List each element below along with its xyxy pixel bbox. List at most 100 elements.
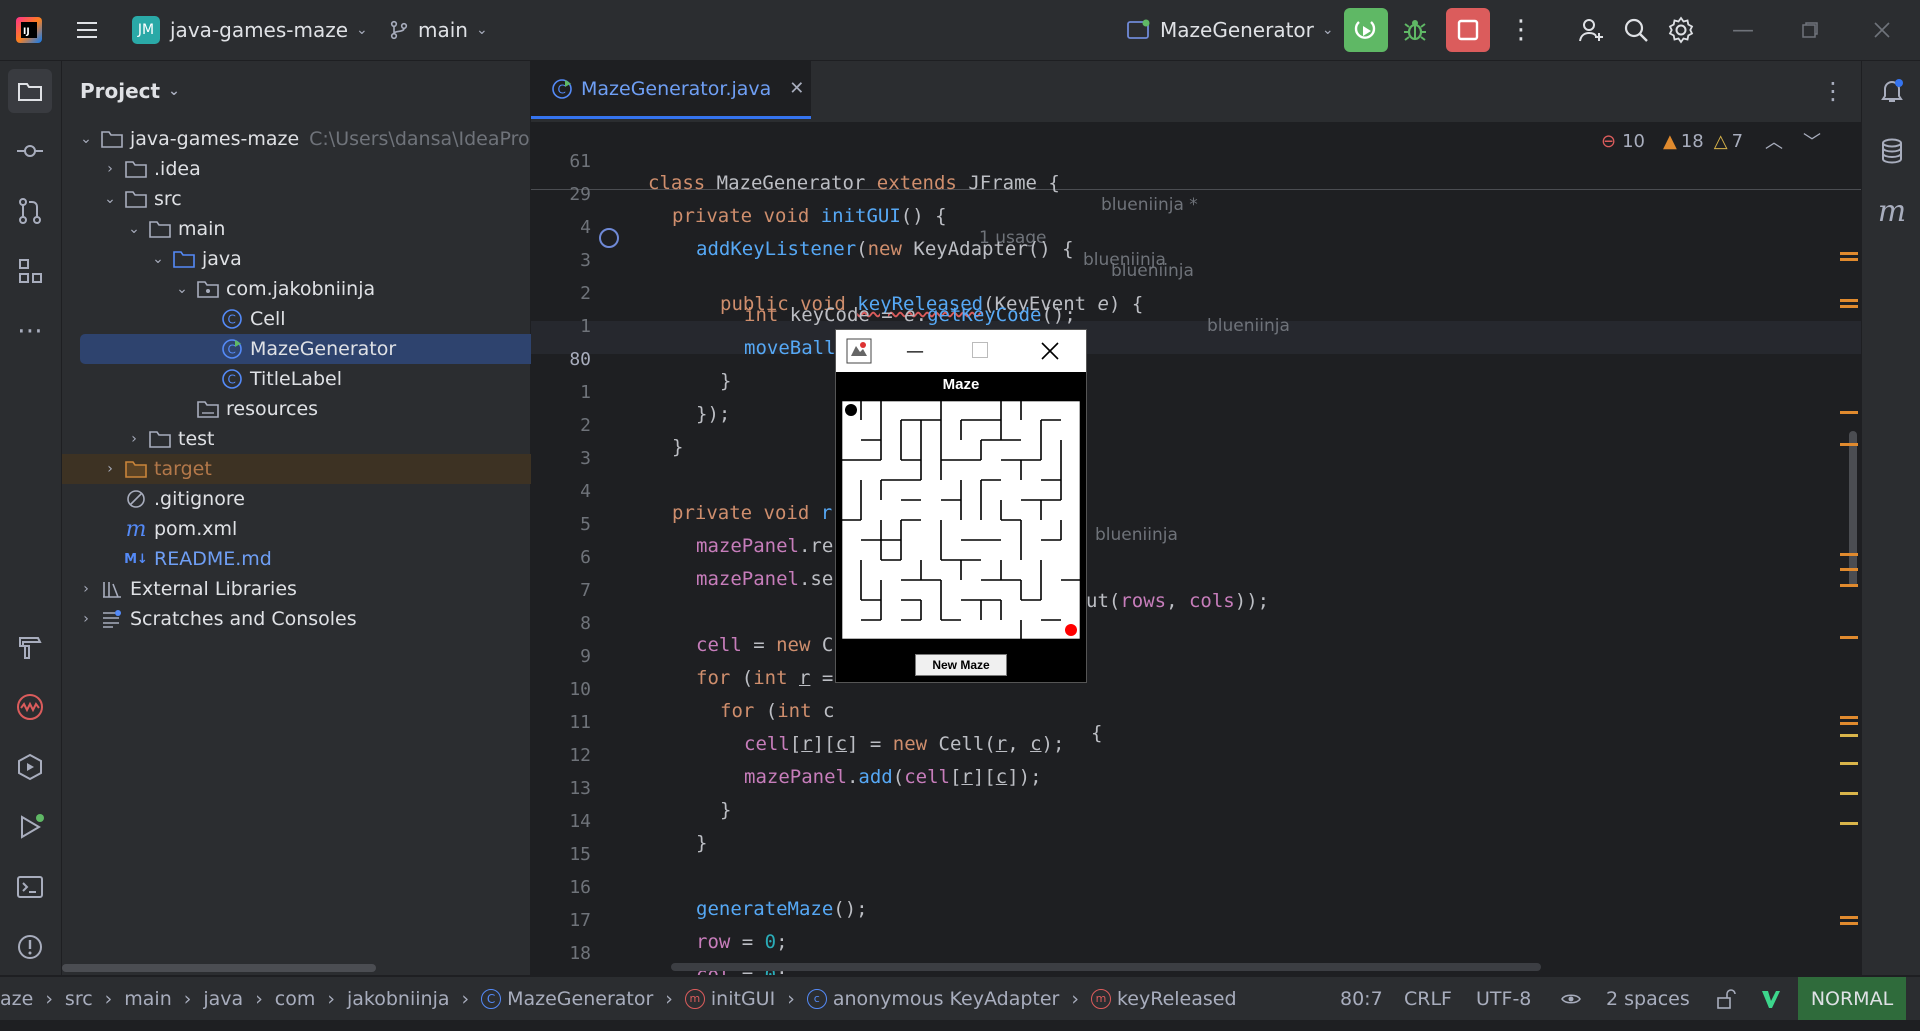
- file-encoding[interactable]: UTF-8: [1476, 977, 1531, 1020]
- project-selector[interactable]: JM java-games-maze ⌄: [132, 0, 368, 60]
- commit-tool-icon[interactable]: [0, 127, 60, 175]
- breadcrumb-item[interactable]: aze: [0, 988, 33, 1010]
- indent-setting[interactable]: 2 spaces: [1606, 977, 1690, 1020]
- code-line[interactable]: 4 addKeyListener(new KeyAdapter() { blue…: [531, 189, 1861, 281]
- code-line[interactable]: 1 });: [531, 354, 1861, 425]
- code-line-current[interactable]: 80 }: [531, 321, 1861, 392]
- code-line[interactable]: 9 for (int r =: [531, 618, 1861, 689]
- error-stripe-mark[interactable]: [1840, 568, 1858, 571]
- breadcrumb-item[interactable]: jakobniinja: [347, 988, 450, 1010]
- debug-button[interactable]: [1400, 0, 1430, 60]
- breadcrumb-item[interactable]: com: [275, 988, 316, 1010]
- maven-icon[interactable]: m: [1862, 187, 1920, 235]
- more-actions-icon[interactable]: ⋮: [1508, 0, 1534, 60]
- tree-item-gitignore[interactable]: .gitignore: [62, 484, 590, 514]
- close-tab-icon[interactable]: ✕: [789, 78, 804, 99]
- error-stripe-mark[interactable]: [1840, 734, 1858, 737]
- restore-window-icon[interactable]: [1800, 0, 1820, 60]
- project-panel-header[interactable]: Project ⌄: [80, 61, 180, 121]
- services-tool-icon[interactable]: [0, 743, 60, 791]
- tree-item-pom[interactable]: m pom.xml: [62, 514, 590, 544]
- tree-item-readme[interactable]: M↓ README.md: [62, 544, 590, 574]
- error-stripe-mark[interactable]: [1840, 305, 1858, 308]
- code-line[interactable]: 2 }: [531, 387, 1861, 458]
- breadcrumb-item[interactable]: src: [65, 988, 93, 1010]
- code-line[interactable]: 18 col = 0;: [531, 915, 1861, 975]
- main-menu-icon[interactable]: [72, 0, 102, 60]
- tree-item-main[interactable]: ⌄ main: [62, 214, 590, 244]
- problems-tool-icon[interactable]: [0, 923, 60, 971]
- run-tool-icon[interactable]: [0, 803, 60, 851]
- new-maze-button[interactable]: New Maze: [915, 654, 1007, 676]
- maze-window-titlebar[interactable]: —: [836, 330, 1086, 372]
- code-line[interactable]: 6 mazePanel.se ut(rows, cols));: [531, 519, 1861, 612]
- notifications-icon[interactable]: [1862, 67, 1920, 115]
- settings-gear-icon[interactable]: [1666, 0, 1696, 60]
- error-stripe-mark[interactable]: [1840, 252, 1858, 255]
- tree-item-idea[interactable]: › .idea: [62, 154, 566, 184]
- sticky-line[interactable]: 29 private void initGUI() { 1 usage blue…: [531, 156, 1861, 270]
- horizontal-scrollbar[interactable]: [62, 964, 376, 972]
- error-stripe-mark[interactable]: [1840, 762, 1858, 765]
- code-line[interactable]: 3 public void keyReleased(KeyEvent e) { …: [531, 222, 1861, 336]
- error-stripe-mark[interactable]: [1840, 299, 1858, 302]
- search-icon[interactable]: [1622, 0, 1650, 60]
- maximize-icon[interactable]: [972, 342, 988, 358]
- tree-item-scratches[interactable]: › Scratches and Consoles: [62, 604, 542, 634]
- minimize-icon[interactable]: —: [900, 336, 930, 366]
- error-stripe-mark[interactable]: [1840, 922, 1858, 925]
- code-line[interactable]: 13 }: [531, 750, 1861, 821]
- maze-grid[interactable]: [841, 400, 1081, 640]
- more-tools-icon[interactable]: ⋯: [0, 307, 60, 355]
- code-line[interactable]: 12 mazePanel.add(cell[r][c]);: [531, 717, 1861, 788]
- error-stripe-mark[interactable]: [1840, 716, 1858, 719]
- pull-requests-icon[interactable]: [0, 187, 60, 235]
- chevron-down-icon[interactable]: ﹀: [1803, 128, 1821, 154]
- stop-button[interactable]: [1446, 0, 1490, 60]
- code-line[interactable]: 8 cell = new C: [531, 585, 1861, 656]
- code-line[interactable]: 17 row = 0;: [531, 882, 1861, 953]
- breadcrumb-item[interactable]: java: [203, 988, 243, 1010]
- error-stripe-mark[interactable]: [1840, 916, 1858, 919]
- breadcrumb-item[interactable]: MazeGenerator: [507, 988, 653, 1010]
- add-user-icon[interactable]: [1576, 0, 1606, 60]
- minimize-window-icon[interactable]: —: [1732, 0, 1754, 60]
- tree-item-target[interactable]: › target: [62, 454, 566, 484]
- vim-mode-indicator[interactable]: NORMAL: [1798, 977, 1906, 1020]
- chevron-up-icon[interactable]: ︿: [1765, 128, 1783, 154]
- tree-item-external-libraries[interactable]: › External Libraries: [62, 574, 542, 604]
- caret-position[interactable]: 80:7: [1340, 977, 1383, 1020]
- project-tool-icon[interactable]: [0, 67, 60, 115]
- breadcrumb-item[interactable]: main: [124, 988, 171, 1010]
- branch-selector[interactable]: main ⌄: [388, 0, 488, 60]
- error-stripe-mark[interactable]: [1840, 258, 1858, 261]
- code-line[interactable]: 4 private void r blueniinja: [531, 453, 1861, 545]
- inspection-widget[interactable]: ⊖ 10 ▲ 18 △ 7 ︿ ﹀: [1601, 123, 1821, 159]
- error-stripe[interactable]: [1836, 240, 1860, 940]
- error-stripe-mark[interactable]: [1840, 443, 1858, 446]
- error-stripe-mark[interactable]: [1840, 722, 1858, 725]
- breadcrumb-item[interactable]: anonymous KeyAdapter: [833, 988, 1060, 1010]
- horizontal-scrollbar[interactable]: [671, 963, 1541, 971]
- rerun-button[interactable]: [1344, 0, 1388, 60]
- code-line[interactable]: 16 generateMaze();: [531, 849, 1861, 920]
- tree-item-root[interactable]: ⌄ java-games-maze C:\Users\dansa\IdeaPro: [62, 124, 542, 154]
- line-separator[interactable]: CRLF: [1404, 977, 1452, 1020]
- terminal-tool-icon[interactable]: [0, 863, 60, 911]
- profiler-icon[interactable]: [0, 683, 60, 731]
- structure-tool-icon[interactable]: [0, 247, 60, 295]
- eye-icon[interactable]: [1560, 977, 1582, 1020]
- close-icon[interactable]: [1040, 341, 1060, 361]
- tab-options-icon[interactable]: ⋮: [1821, 61, 1845, 121]
- error-stripe-mark[interactable]: [1840, 792, 1858, 795]
- error-stripe-mark[interactable]: [1840, 636, 1858, 639]
- close-window-icon[interactable]: [1872, 0, 1892, 60]
- run-config-selector[interactable]: MazeGenerator ⌄: [1126, 0, 1334, 60]
- breadcrumb-item[interactable]: initGUI: [711, 988, 775, 1010]
- code-line[interactable]: 3: [531, 420, 1861, 469]
- error-stripe-mark[interactable]: [1840, 411, 1858, 414]
- code-line[interactable]: 11 cell[r][c] = new Cell(r, c);: [531, 684, 1861, 755]
- database-icon[interactable]: [1862, 127, 1920, 175]
- build-tool-icon[interactable]: [0, 623, 60, 671]
- code-line[interactable]: 1 moveBall(keyCode);: [531, 288, 1861, 359]
